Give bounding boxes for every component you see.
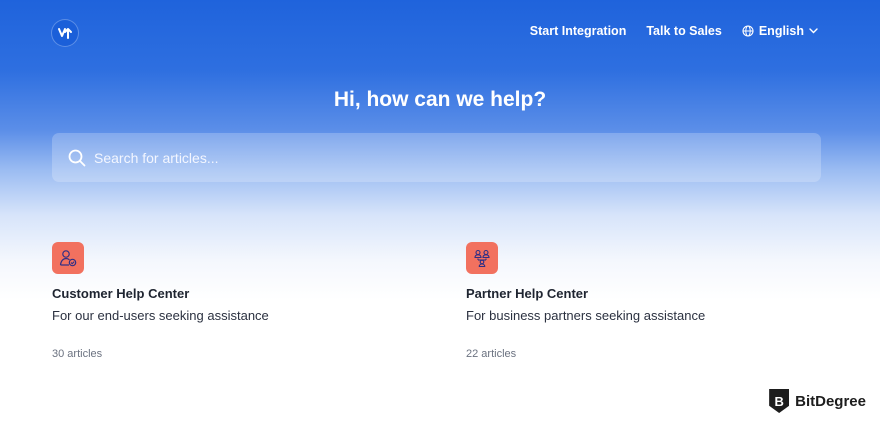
customer-support-icon <box>52 242 84 274</box>
watermark-text: BitDegree <box>795 392 866 410</box>
top-nav: Start Integration Talk to Sales English <box>530 24 818 38</box>
logo-arrows-icon <box>58 28 72 39</box>
search-bar[interactable] <box>52 133 821 182</box>
bitdegree-shield-icon: B <box>769 389 790 413</box>
globe-icon <box>742 25 754 37</box>
talk-to-sales-link[interactable]: Talk to Sales <box>646 24 722 38</box>
language-label: English <box>758 24 804 38</box>
language-selector[interactable]: English <box>742 24 818 38</box>
collection-title: Partner Help Center <box>466 286 589 301</box>
start-integration-link[interactable]: Start Integration <box>530 24 627 38</box>
article-count: 22 articles <box>466 348 517 360</box>
collection-title: Customer Help Center <box>52 286 190 301</box>
brand-logo[interactable] <box>52 20 78 46</box>
chevron-down-icon <box>809 28 818 34</box>
collection-card-customer[interactable]: Customer Help Center For our end-users s… <box>52 242 269 360</box>
collection-description: For business partners seeking assistance <box>466 308 706 323</box>
partners-icon <box>466 242 498 274</box>
collection-card-partner[interactable]: Partner Help Center For business partner… <box>466 242 705 360</box>
page-title: Hi, how can we help? <box>333 88 547 111</box>
collection-description: For our end-users seeking assistance <box>52 308 269 323</box>
search-input[interactable] <box>92 148 776 167</box>
bitdegree-watermark: B BitDegree <box>769 389 866 413</box>
search-icon <box>68 149 86 166</box>
article-count: 30 articles <box>52 348 103 360</box>
